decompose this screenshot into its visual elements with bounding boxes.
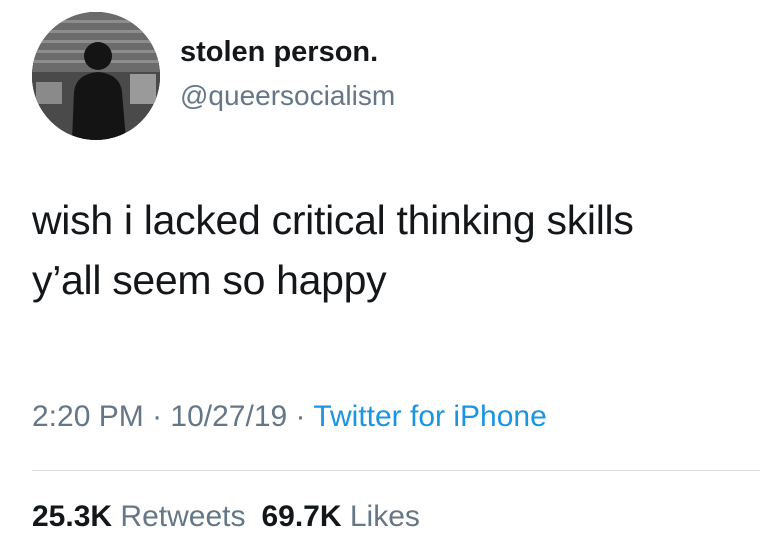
tweet-meta: 2:20 PM · 10/27/19 · Twitter for iPhone bbox=[32, 400, 547, 434]
display-name[interactable]: stolen person. bbox=[180, 36, 378, 69]
user-handle[interactable]: @queersocialism bbox=[180, 80, 395, 112]
meta-separator: · bbox=[143, 400, 171, 433]
tweet-text-line-1: wish i lacked critical thinking skills bbox=[32, 197, 634, 243]
retweets-count: 25.3K bbox=[32, 500, 113, 533]
meta-separator: · bbox=[287, 400, 314, 433]
tweet-text: wish i lacked critical thinking skills y… bbox=[32, 190, 752, 310]
tweet-card: stolen person. @queersocialism wish i la… bbox=[0, 0, 760, 552]
tweet-time[interactable]: 2:20 PM bbox=[32, 400, 144, 433]
tweet-text-line-2: y’all seem so happy bbox=[32, 257, 387, 303]
tweet-source-link[interactable]: Twitter for iPhone bbox=[313, 400, 546, 433]
tweet-date[interactable]: 10/27/19 bbox=[170, 400, 287, 433]
likes-stat[interactable]: 69.7K Likes bbox=[261, 500, 419, 533]
likes-label: Likes bbox=[349, 500, 420, 533]
tweet-stats: 25.3K Retweets 69.7K Likes bbox=[32, 500, 420, 534]
divider bbox=[32, 470, 760, 471]
retweets-stat[interactable]: 25.3K Retweets bbox=[32, 500, 245, 533]
likes-count: 69.7K bbox=[261, 500, 342, 533]
avatar[interactable] bbox=[32, 12, 160, 140]
avatar-silhouette-icon bbox=[32, 12, 160, 140]
retweets-label: Retweets bbox=[120, 500, 246, 533]
